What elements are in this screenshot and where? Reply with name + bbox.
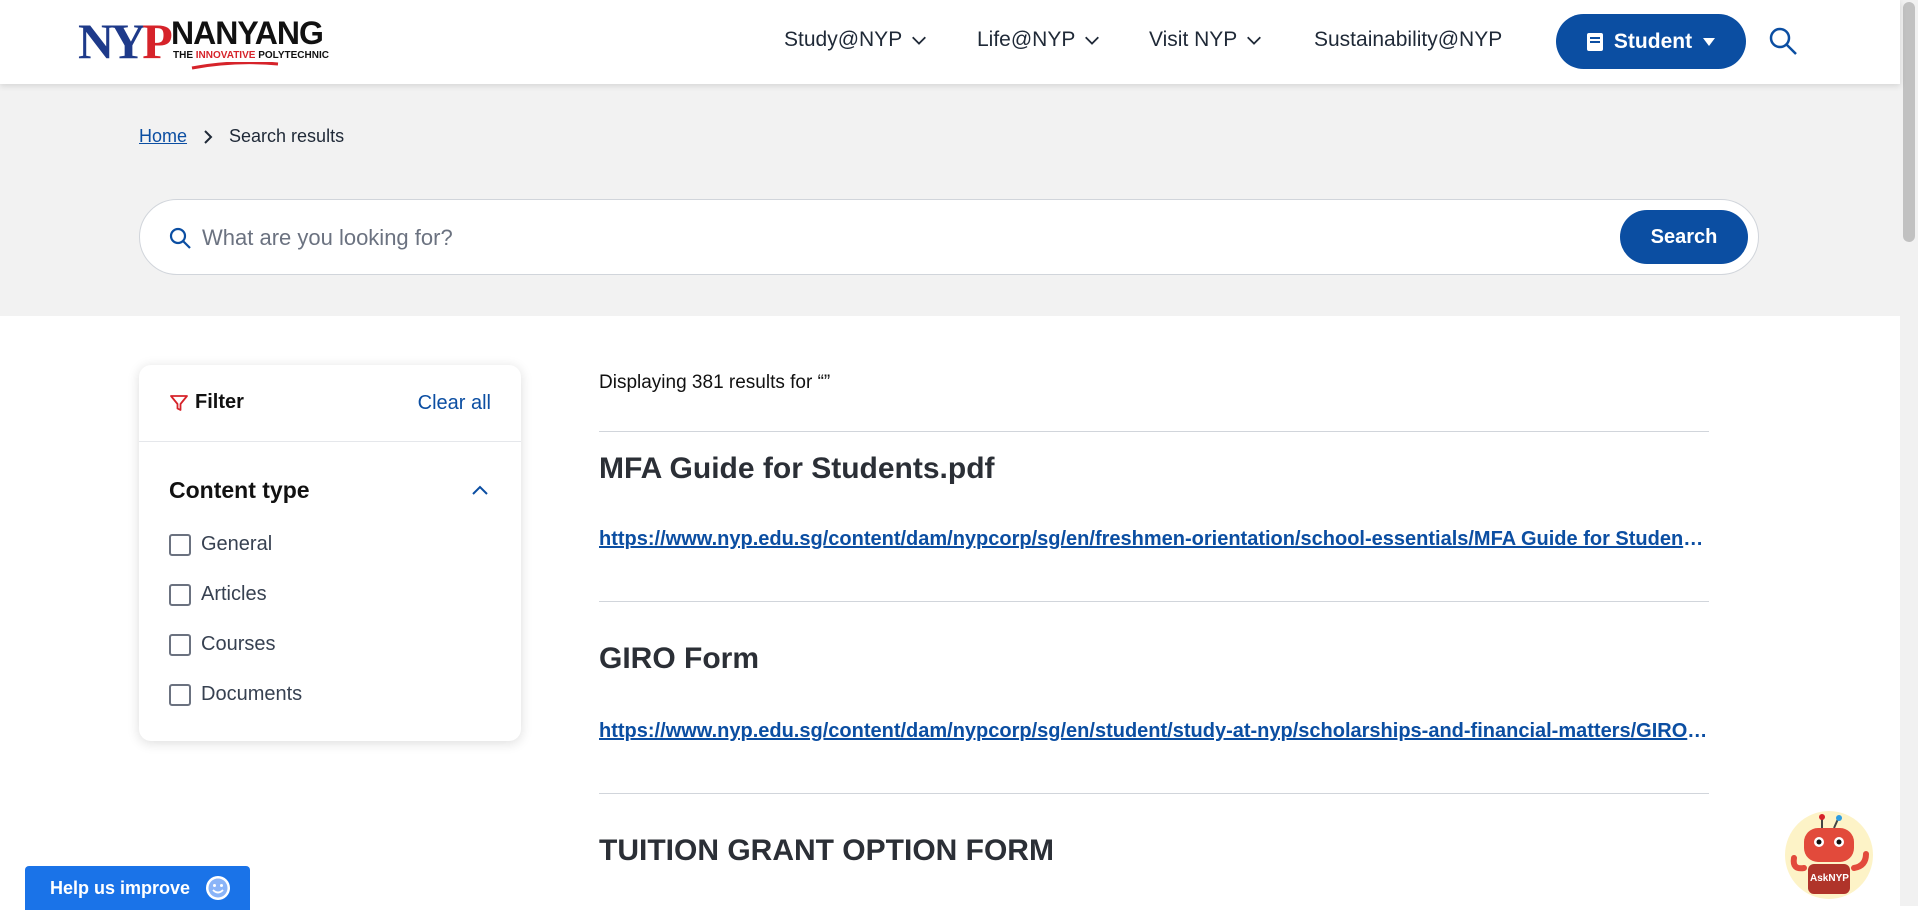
filter-option-documents[interactable]: Documents xyxy=(169,683,302,706)
logo-tagline: THE INNOVATIVE POLYTECHNIC xyxy=(173,50,329,61)
scrollbar-thumb[interactable] xyxy=(1903,2,1915,242)
result-divider xyxy=(599,793,1709,794)
search-icon[interactable] xyxy=(1768,26,1798,56)
checkbox[interactable] xyxy=(169,683,191,706)
filter-option-label: Courses xyxy=(201,633,276,655)
search-bar: Search xyxy=(139,199,1759,275)
filter-option-label: Articles xyxy=(201,583,267,605)
nav-sustainability[interactable]: Sustainability@NYP xyxy=(1314,28,1502,52)
logo-name: NANYANG xyxy=(171,15,324,51)
logo-swoosh-icon xyxy=(191,62,279,70)
chevron-up-icon[interactable] xyxy=(469,480,491,502)
checkbox[interactable] xyxy=(169,633,191,656)
filter-panel: Filter Clear all Content type General Ar… xyxy=(139,365,521,741)
breadcrumb-home-link[interactable]: Home xyxy=(139,126,187,147)
result-link[interactable]: https://www.nyp.edu.sg/content/dam/nypco… xyxy=(599,720,1709,743)
filter-option-label: General xyxy=(201,533,273,555)
filter-option-courses[interactable]: Courses xyxy=(169,633,275,656)
smiley-icon xyxy=(206,876,231,900)
search-input[interactable] xyxy=(200,214,1454,262)
checkbox[interactable] xyxy=(169,533,191,556)
caret-down-icon xyxy=(1703,37,1716,46)
robot-icon xyxy=(1785,811,1873,899)
result-title[interactable]: GIRO Form xyxy=(599,642,759,676)
result-title[interactable]: MFA Guide for Students.pdf xyxy=(599,452,995,486)
filter-title-label: Filter xyxy=(195,391,244,413)
book-icon xyxy=(1586,32,1603,51)
filter-option-general[interactable]: General xyxy=(169,533,272,556)
filter-icon xyxy=(170,394,188,411)
filter-option-articles[interactable]: Articles xyxy=(169,583,267,606)
nav-visit-label: Visit NYP xyxy=(1149,28,1238,51)
nav-study[interactable]: Study@NYP xyxy=(784,28,928,52)
help-us-improve-button[interactable]: Help us improve xyxy=(25,866,250,910)
result-divider xyxy=(599,431,1709,432)
student-button-label: Student xyxy=(1613,29,1693,53)
content-type-label: Content type xyxy=(169,477,310,503)
breadcrumb: Home Search results xyxy=(139,126,344,147)
result-title[interactable]: TUITION GRANT OPTION FORM xyxy=(599,834,1054,868)
content-type-header[interactable]: Content type xyxy=(169,477,491,504)
clear-all-button[interactable]: Clear all xyxy=(418,392,491,415)
results-summary: Displaying 381 results for “” xyxy=(599,372,831,393)
nav-life-label: Life@NYP xyxy=(977,28,1076,51)
nav-sustainability-label: Sustainability@NYP xyxy=(1314,28,1503,51)
filter-option-label: Documents xyxy=(201,683,303,705)
chevron-down-icon xyxy=(1247,36,1262,45)
nav-visit[interactable]: Visit NYP xyxy=(1149,28,1263,52)
breadcrumb-current: Search results xyxy=(229,126,345,146)
search-button[interactable]: Search xyxy=(1620,210,1748,264)
result-link[interactable]: https://www.nyp.edu.sg/content/dam/nypco… xyxy=(599,528,1709,551)
nav-life[interactable]: Life@NYP xyxy=(977,28,1101,52)
nav-study-label: Study@NYP xyxy=(784,28,903,51)
checkbox[interactable] xyxy=(169,583,191,606)
page-scrollbar[interactable] xyxy=(1900,0,1918,906)
chevron-down-icon xyxy=(1085,36,1100,45)
student-button[interactable]: Student xyxy=(1556,14,1746,69)
bot-label: AskNYP xyxy=(1810,873,1849,884)
chevron-right-icon xyxy=(204,129,213,144)
chevron-down-icon xyxy=(912,36,927,45)
filter-title: Filter xyxy=(169,391,244,414)
logo-mark: NYP xyxy=(78,13,173,69)
help-label: Help us improve xyxy=(50,877,191,898)
filter-header: Filter Clear all xyxy=(139,365,521,442)
result-divider xyxy=(599,601,1709,602)
site-header: NYP NANYANG THE INNOVATIVE POLYTECHNIC S… xyxy=(0,0,1900,84)
nyp-logo[interactable]: NYP NANYANG THE INNOVATIVE POLYTECHNIC xyxy=(78,13,329,72)
asknyp-chatbot[interactable]: AskNYP xyxy=(1784,810,1874,900)
search-icon xyxy=(169,227,191,249)
